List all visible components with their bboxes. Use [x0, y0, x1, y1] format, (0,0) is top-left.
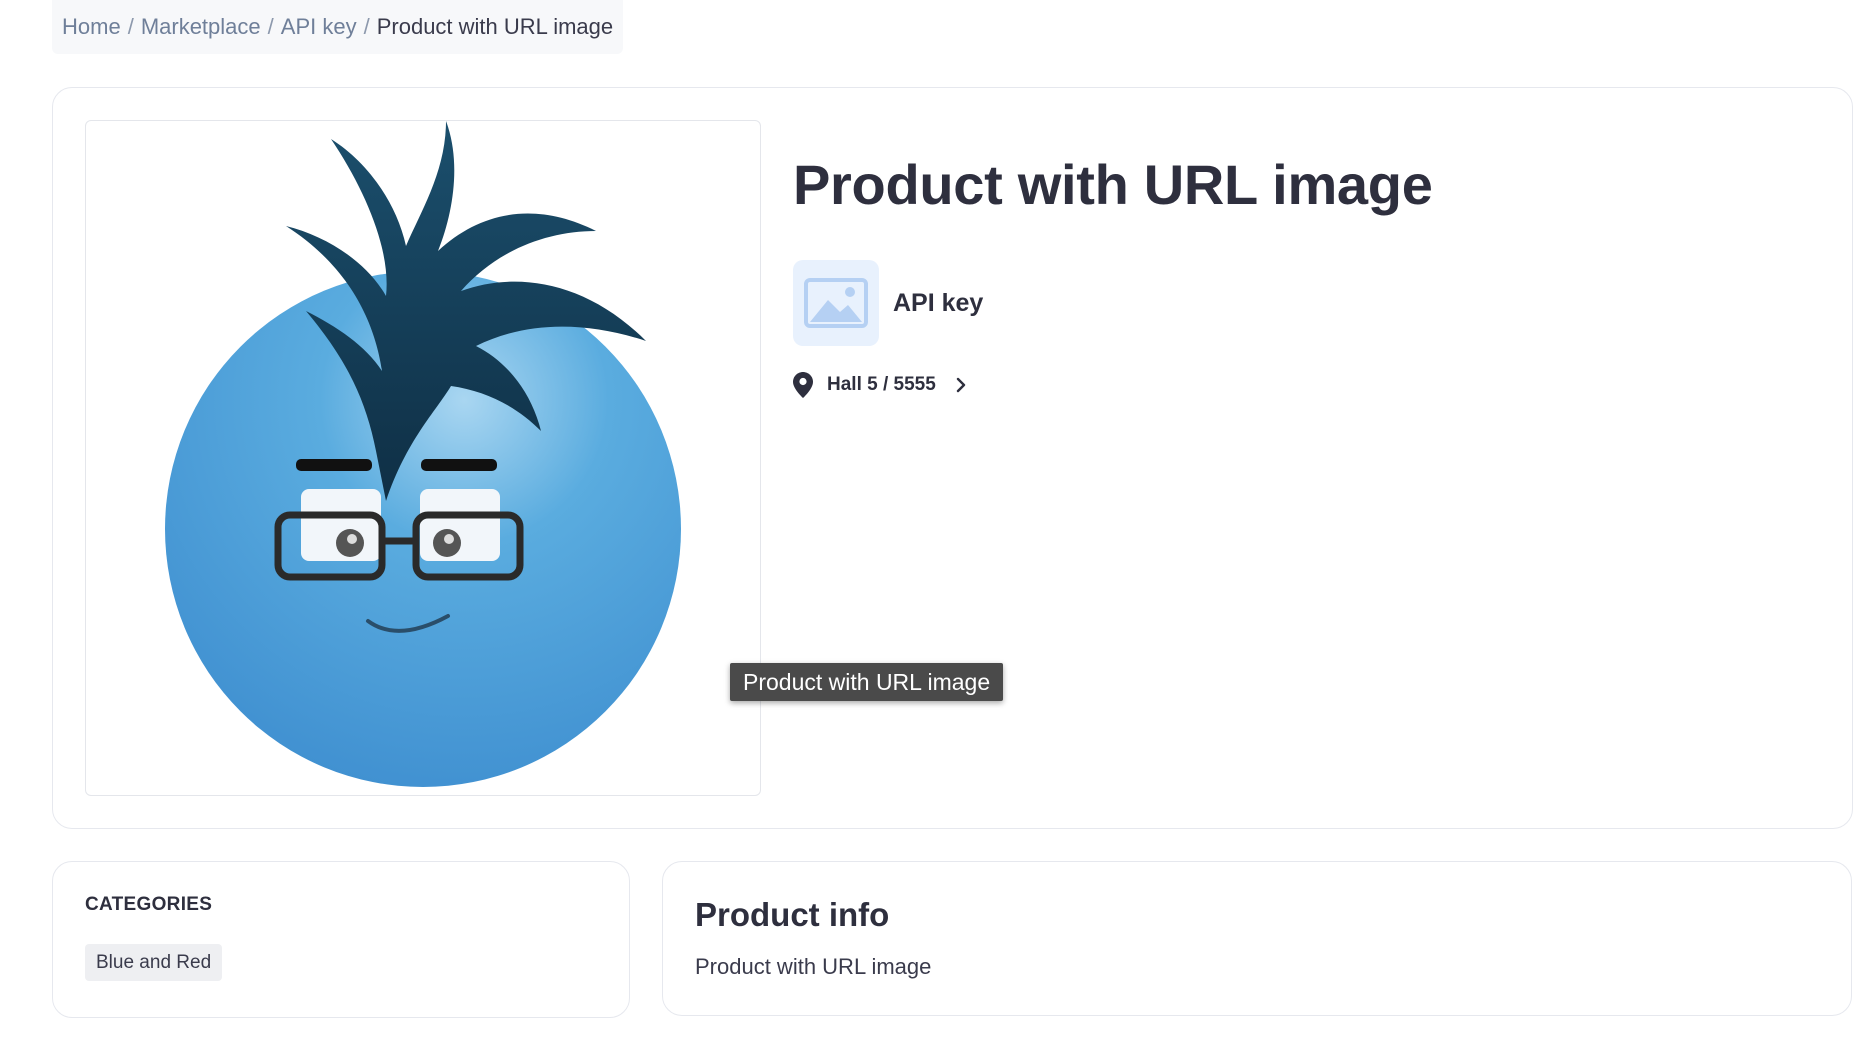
blue-cartoon-face-icon [165, 121, 681, 787]
location-link[interactable]: Hall 5 / 5555 [793, 372, 968, 398]
breadcrumb-marketplace-link[interactable]: Marketplace [141, 14, 261, 40]
image-tooltip: Product with URL image [730, 663, 1004, 701]
vendor-name: API key [893, 288, 984, 317]
vendor-link[interactable]: API key [793, 260, 983, 346]
breadcrumb-separator: / [267, 14, 274, 39]
product-info-heading: Product info [695, 896, 890, 933]
category-chip[interactable]: Blue and Red [85, 944, 223, 981]
categories-heading: CATEGORIES [85, 894, 213, 915]
categories-card: CATEGORIES Blue and Red [52, 861, 630, 1018]
map-pin-icon [793, 372, 813, 398]
breadcrumb: Home / Marketplace / API key / Product w… [52, 0, 624, 54]
product-image[interactable] [85, 120, 761, 796]
breadcrumb-vendor-link[interactable]: API key [281, 14, 357, 40]
breadcrumb-separator: / [363, 14, 370, 39]
location-text: Hall 5 / 5555 [827, 374, 936, 395]
page-title: Product with URL image [793, 153, 1433, 216]
breadcrumb-home-link[interactable]: Home [62, 14, 121, 40]
product-hero-card: Product with URL image API key Hall 5 / … [52, 87, 1853, 829]
image-placeholder-icon [793, 260, 879, 346]
breadcrumb-separator: / [127, 14, 134, 39]
chevron-right-icon [956, 377, 965, 393]
product-info-card: Product info Product with URL image [662, 861, 1852, 1016]
product-description: Product with URL image [695, 954, 932, 979]
breadcrumb-current: Product with URL image [376, 14, 614, 39]
